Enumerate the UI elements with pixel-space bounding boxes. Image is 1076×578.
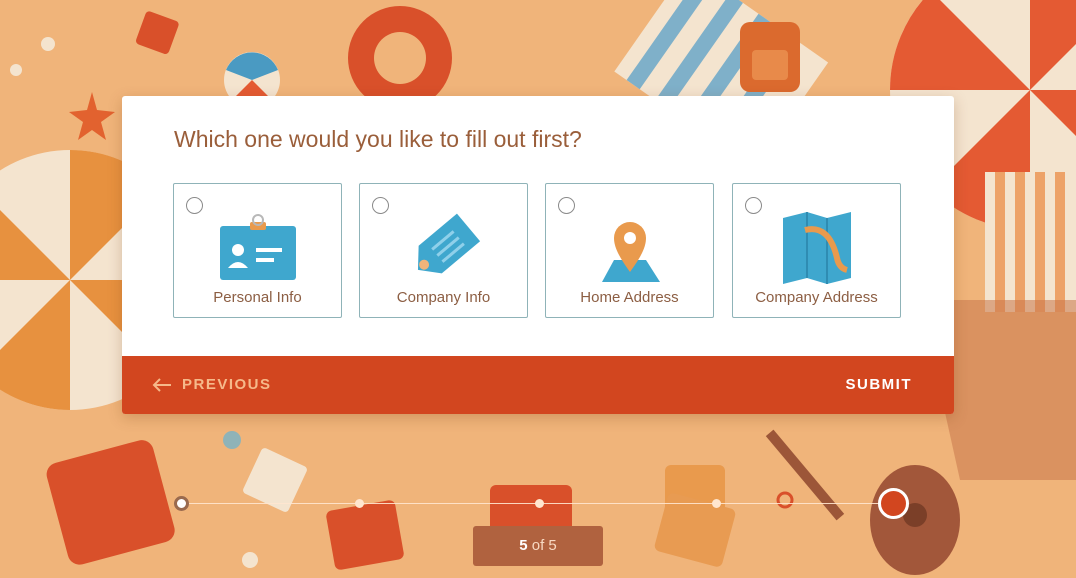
progress-step-dot [712, 499, 721, 508]
progress-step-dot [355, 499, 364, 508]
radio-button[interactable] [745, 197, 762, 214]
option-label: Personal Info [213, 289, 302, 306]
option-label: Home Address [580, 289, 679, 306]
option-label: Company Info [396, 289, 491, 306]
step-separator: of [531, 537, 545, 554]
question-title: Which one would you like to fill out fir… [174, 126, 582, 152]
previous-label: PREVIOUS [182, 376, 272, 393]
option-personal-info[interactable]: Personal Info [173, 183, 342, 318]
radio-button[interactable] [186, 197, 203, 214]
form-footer-bar: PREVIOUS SUBMIT [122, 356, 954, 414]
total-steps: 5 [548, 537, 557, 554]
folded-map-icon [782, 212, 851, 284]
submit-button[interactable]: SUBMIT [846, 356, 913, 414]
map-pin-icon [601, 222, 660, 282]
step-counter: 5 of 5 [473, 526, 603, 566]
question-card: Which one would you like to fill out fir… [122, 96, 954, 414]
progress-start-dot [174, 496, 189, 511]
option-home-address[interactable]: Home Address [545, 183, 714, 318]
radio-button[interactable] [558, 197, 575, 214]
progress-step-dot [535, 499, 544, 508]
id-badge-icon [219, 214, 296, 280]
option-company-address[interactable]: Company Address [732, 183, 901, 318]
option-label: Company Address [755, 289, 878, 306]
option-company-info[interactable]: Company Info [359, 183, 528, 318]
current-step: 5 [519, 537, 528, 554]
previous-button[interactable]: PREVIOUS [152, 356, 272, 414]
arrow-left-icon [152, 378, 171, 392]
progress-current-dot [878, 488, 909, 519]
tag-icon [417, 213, 480, 274]
radio-button[interactable] [372, 197, 389, 214]
